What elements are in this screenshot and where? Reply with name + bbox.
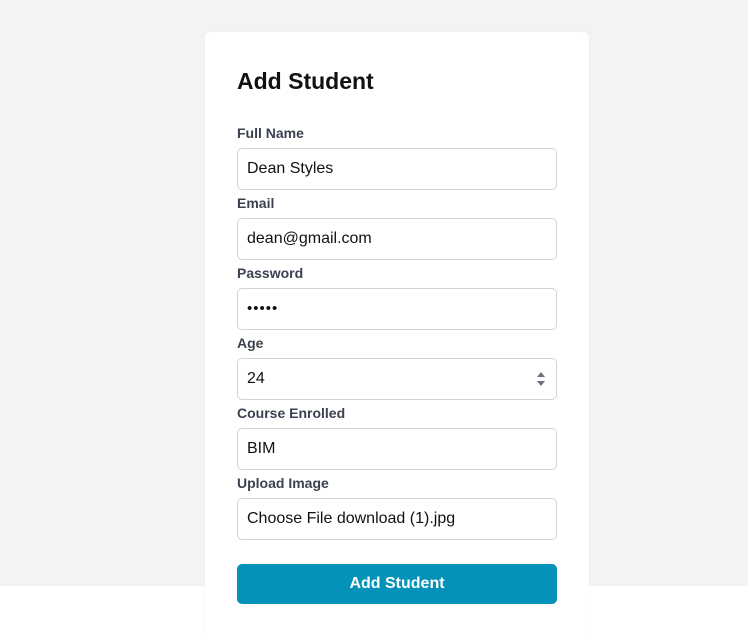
password-value: ••••• (247, 300, 279, 317)
full-name-label: Full Name (237, 125, 304, 141)
email-input[interactable]: dean@gmail.com (237, 218, 557, 260)
full-name-value: Dean Styles (247, 160, 334, 177)
age-label: Age (237, 335, 264, 351)
password-label: Password (237, 265, 304, 281)
file-input-text: Choose File download (1).jpg (247, 499, 455, 539)
age-input[interactable]: 24 (237, 358, 557, 400)
number-spinner-icon[interactable] (536, 370, 546, 388)
password-input[interactable]: ••••• (237, 288, 557, 330)
course-input[interactable]: BIM (237, 428, 557, 470)
email-label: Email (237, 195, 275, 211)
form-title: Add Student (237, 68, 374, 94)
full-name-input[interactable]: Dean Styles (237, 148, 557, 190)
course-label: Course Enrolled (237, 405, 346, 421)
upload-image-input[interactable]: Choose File download (1).jpg (237, 498, 557, 540)
email-value: dean@gmail.com (247, 230, 372, 247)
add-student-card: Add Student Full Name Dean Styles Email … (205, 32, 589, 633)
viewport: Add Student Full Name Dean Styles Email … (0, 0, 748, 633)
course-value: BIM (247, 440, 276, 457)
add-student-button[interactable]: Add Student (237, 564, 557, 604)
upload-image-label: Upload Image (237, 475, 329, 491)
choose-file-button[interactable]: Choose File (247, 510, 332, 527)
file-name: download (1).jpg (336, 510, 456, 527)
age-value: 24 (247, 370, 265, 387)
